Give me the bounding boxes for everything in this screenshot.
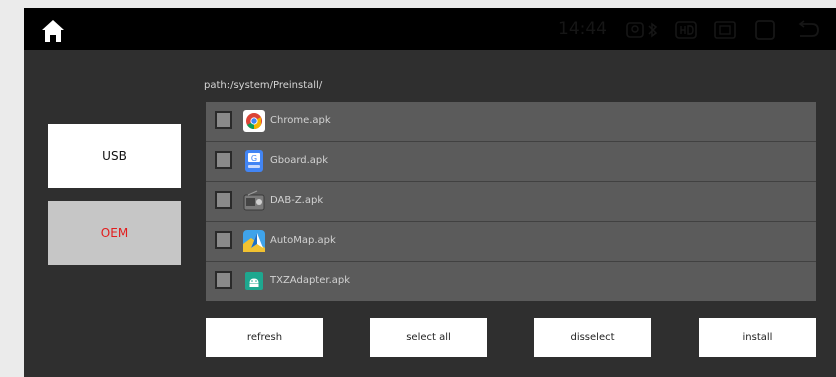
svg-text:G: G: [251, 154, 257, 163]
radio-icon: [243, 190, 265, 212]
refresh-button[interactable]: refresh: [206, 318, 323, 357]
window-icon[interactable]: [754, 20, 776, 40]
select-all-button[interactable]: select all: [370, 318, 487, 357]
oem-source-button[interactable]: OEM: [48, 201, 181, 265]
file-row-automap[interactable]: AutoMap.apk: [206, 222, 816, 262]
path-label: path:/system/Preinstall/: [204, 80, 323, 91]
file-row-dab-z[interactable]: DAB-Z.apk: [206, 182, 816, 222]
file-row-txzadapter[interactable]: TXZAdapter.apk: [206, 262, 816, 301]
file-name: TXZAdapter.apk: [270, 275, 351, 286]
file-name: DAB-Z.apk: [270, 195, 324, 206]
home-icon[interactable]: [41, 19, 65, 43]
file-checkbox[interactable]: [215, 231, 232, 249]
bluetooth-icon: [647, 20, 659, 40]
oem-label: OEM: [100, 226, 129, 240]
back-icon[interactable]: [796, 20, 820, 40]
pin-icon: [626, 20, 644, 40]
hd-icon: [675, 20, 697, 40]
file-name: Chrome.apk: [270, 115, 331, 126]
install-button[interactable]: install: [699, 318, 816, 357]
file-checkbox[interactable]: [215, 111, 232, 129]
android-icon: [243, 270, 265, 292]
map-icon: [243, 230, 265, 252]
usb-source-button[interactable]: USB: [48, 124, 181, 188]
clock: 14:44: [558, 19, 607, 39]
gboard-icon: G: [243, 150, 265, 172]
disselect-button[interactable]: disselect: [534, 318, 651, 357]
chrome-icon: [243, 110, 265, 132]
file-name: Gboard.apk: [270, 155, 329, 166]
screen-icon: [714, 20, 736, 40]
file-checkbox[interactable]: [215, 271, 232, 289]
file-row-gboard[interactable]: G Gboard.apk: [206, 142, 816, 182]
file-list: Chrome.apk G Gboard.apk DAB-Z.apk AutoMa…: [206, 102, 816, 301]
file-checkbox[interactable]: [215, 151, 232, 169]
status-bar: 14:44: [24, 8, 836, 50]
file-checkbox[interactable]: [215, 191, 232, 209]
file-row-chrome[interactable]: Chrome.apk: [206, 102, 816, 142]
device-screen: 14:44 path:/system/Preinstall/ USB OEM C…: [24, 8, 836, 377]
usb-label: USB: [102, 149, 127, 163]
file-name: AutoMap.apk: [270, 235, 336, 246]
